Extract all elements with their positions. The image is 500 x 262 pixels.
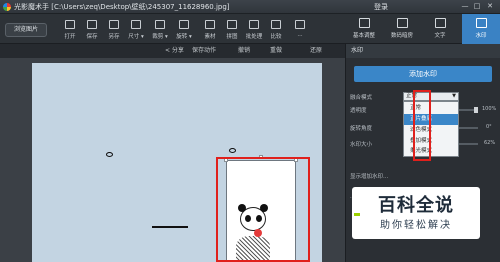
image-mark bbox=[229, 148, 236, 153]
tool-crop[interactable]: 裁剪 ▾ bbox=[148, 17, 172, 43]
panel-tabs: 基本调整 数码暗房 文字 水印 bbox=[345, 14, 500, 44]
tab-basic-adjust[interactable]: 基本调整 bbox=[345, 14, 383, 44]
tool-open[interactable]: 打开 bbox=[58, 17, 82, 43]
text-icon bbox=[434, 18, 446, 28]
collage-icon bbox=[227, 20, 237, 29]
slider-knob[interactable] bbox=[474, 107, 478, 113]
tab-watermark[interactable]: 水印 bbox=[462, 14, 500, 44]
save-action-button[interactable]: 保存动作 bbox=[192, 44, 216, 58]
watermark-icon bbox=[475, 18, 487, 28]
resize-icon bbox=[131, 20, 141, 29]
close-button[interactable]: ✕ bbox=[485, 2, 495, 11]
main-toolbar: 浏览图片 打开 保存 另存 尺寸 ▾ 裁剪 ▾ 旋转 ▾ 素材 拼图 批处理 比… bbox=[0, 14, 345, 44]
rotation-label: 旋转角度 bbox=[350, 126, 373, 132]
blend-mode-label: 融合模式 bbox=[350, 95, 373, 101]
chevron-down-icon: ▼ bbox=[452, 93, 456, 99]
share-button[interactable]: < 分享 bbox=[165, 44, 184, 58]
opacity-value: 100% bbox=[482, 106, 497, 112]
baike-watermark-logo: 百科全说 助你轻松解决 bbox=[352, 187, 480, 239]
undo-button[interactable]: 撤销 bbox=[238, 44, 250, 58]
image-mark bbox=[106, 152, 113, 157]
show-watermark-option[interactable]: 显示增加水印... bbox=[350, 172, 388, 180]
tool-batch[interactable]: 批处理 bbox=[242, 17, 266, 43]
add-watermark-button[interactable]: 添加水印 bbox=[354, 66, 492, 82]
rotation-value: 0° bbox=[486, 124, 492, 130]
minimize-button[interactable]: — bbox=[460, 2, 470, 11]
tool-collage[interactable]: 拼图 bbox=[220, 17, 244, 43]
image-mark bbox=[152, 226, 188, 228]
title-bar: 光影魔术手 [C:\Users\zeq\Desktop\壁纸\245307_11… bbox=[0, 0, 500, 14]
redo-button[interactable]: 重做 bbox=[270, 44, 282, 58]
app-logo-icon bbox=[3, 3, 11, 11]
watermark-highlight-box bbox=[216, 157, 310, 262]
dropdown-highlight-box bbox=[413, 90, 431, 161]
more-icon bbox=[295, 20, 305, 29]
tool-resize[interactable]: 尺寸 ▾ bbox=[124, 17, 148, 43]
tool-save-as[interactable]: 另存 bbox=[102, 17, 126, 43]
tool-more[interactable]: ... bbox=[288, 17, 312, 43]
maximize-button[interactable]: □ bbox=[472, 2, 482, 11]
baike-subtitle: 助你轻松解决 bbox=[380, 220, 452, 231]
size-label: 水印大小 bbox=[350, 142, 373, 148]
window-title: 光影魔术手 [C:\Users\zeq\Desktop\壁纸\245307_11… bbox=[14, 3, 230, 11]
compare-icon bbox=[271, 20, 281, 29]
save-icon bbox=[87, 20, 97, 29]
blend-mode-dropdown: 正常 正片叠底 滤色模式 叠加模式 柔光模式 bbox=[403, 101, 459, 157]
tool-compare[interactable]: 比较 bbox=[264, 17, 288, 43]
opacity-label: 透明度 bbox=[350, 108, 367, 114]
tab-darkroom[interactable]: 数码暗房 bbox=[383, 14, 421, 44]
blend-mode-select[interactable]: 正常 ▼ bbox=[403, 92, 459, 101]
crop-icon bbox=[155, 20, 165, 29]
tool-save[interactable]: 保存 bbox=[80, 17, 104, 43]
batch-icon bbox=[249, 20, 259, 29]
size-value: 62% bbox=[484, 140, 496, 146]
photo-editor-window: 光影魔术手 [C:\Users\zeq\Desktop\壁纸\245307_11… bbox=[0, 0, 500, 262]
login-link[interactable]: 登录 bbox=[374, 0, 388, 14]
darkroom-icon bbox=[396, 18, 408, 28]
baike-title: 百科全说 bbox=[378, 195, 454, 216]
tool-rotate[interactable]: 旋转 ▾ bbox=[172, 17, 196, 43]
open-icon bbox=[65, 20, 75, 29]
panel-header: 水印 bbox=[346, 44, 500, 58]
action-bar: < 分享 保存动作 撤销 重做 还原 bbox=[0, 44, 345, 58]
tab-text[interactable]: 文字 bbox=[421, 14, 459, 44]
tool-material[interactable]: 素材 bbox=[198, 17, 222, 43]
browse-images-button[interactable]: 浏览图片 bbox=[5, 23, 47, 37]
adjust-icon bbox=[358, 18, 370, 28]
rotate-icon bbox=[179, 20, 189, 29]
material-icon bbox=[205, 20, 215, 29]
save-as-icon bbox=[109, 20, 119, 29]
restore-button[interactable]: 还原 bbox=[310, 44, 322, 58]
